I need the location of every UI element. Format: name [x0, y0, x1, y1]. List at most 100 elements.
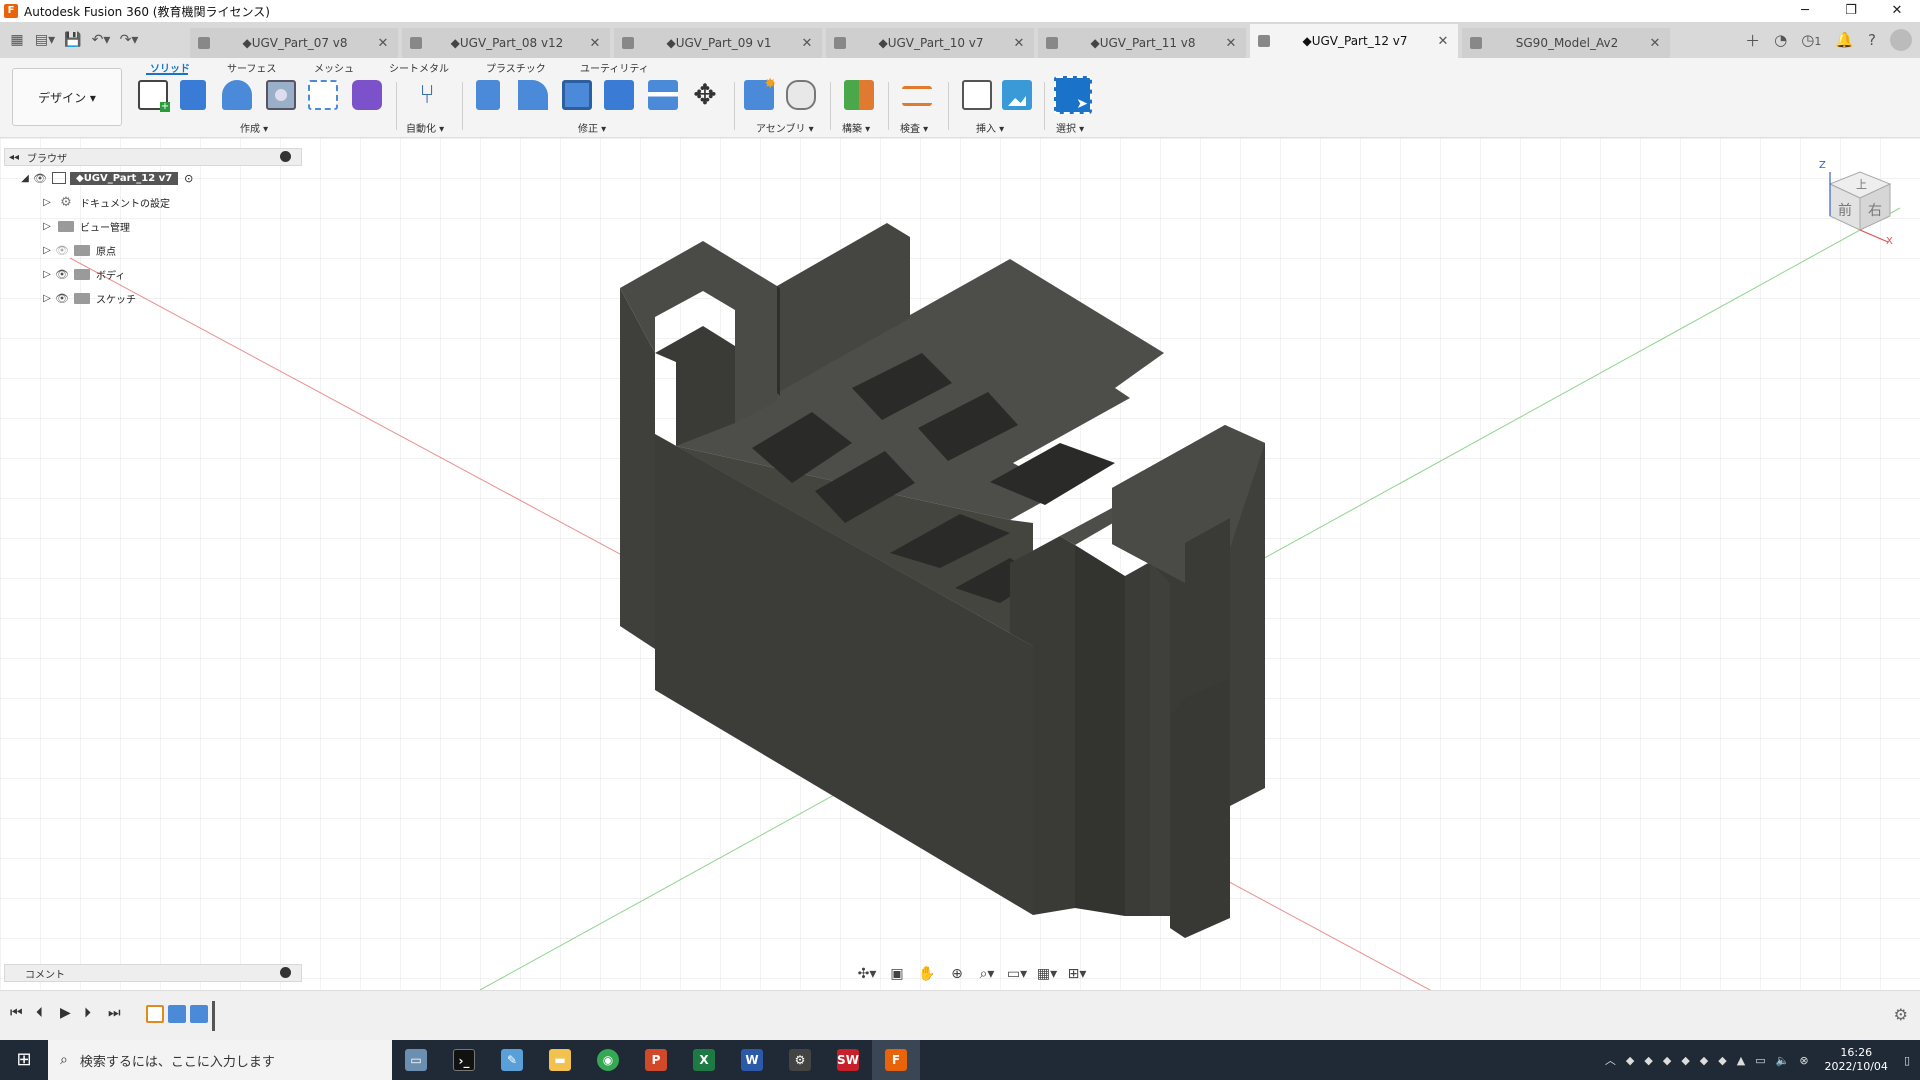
hole-icon[interactable] — [266, 80, 296, 110]
tray-overflow-icon[interactable]: ︿ — [1605, 1052, 1616, 1068]
undo-icon[interactable]: ↶▾ — [90, 32, 112, 48]
ugv-part-model[interactable] — [620, 223, 1265, 938]
notifications-bell-icon[interactable]: 🔔 — [1835, 31, 1854, 49]
taskbar-app-file-explorer[interactable]: ▬ — [536, 1040, 584, 1080]
group-construct[interactable]: 構築 ▾ — [842, 120, 870, 135]
activate-radio-icon[interactable]: ⊙ — [184, 172, 193, 185]
fit-icon[interactable]: ⌕▾ — [976, 966, 998, 982]
close-window-button[interactable]: ✕ — [1874, 0, 1920, 22]
timeline-extrude-feature-icon[interactable] — [190, 1005, 208, 1023]
extensions-icon[interactable]: ◔ — [1774, 31, 1787, 49]
save-icon[interactable]: 💾 — [62, 32, 84, 48]
taskbar-app-chrome[interactable]: ◉ — [584, 1040, 632, 1080]
doc-tab-sg90-model[interactable]: SG90_Model_Av2 ✕ — [1462, 28, 1670, 58]
group-create[interactable]: 作成 ▾ — [240, 120, 268, 135]
tray-app-icon[interactable]: ◆ — [1718, 1054, 1726, 1067]
offset-plane-icon[interactable] — [844, 80, 874, 110]
timeline-settings-gear-icon[interactable]: ⚙ — [1894, 1005, 1908, 1024]
close-tab-icon[interactable]: ✕ — [1436, 34, 1450, 49]
notification-center-icon[interactable]: ▯ — [1904, 1054, 1910, 1067]
new-tab-plus-icon[interactable]: ＋ — [1745, 30, 1760, 51]
doc-tab-ugv-part-08[interactable]: ◆UGV_Part_08 v12 ✕ — [402, 28, 610, 58]
taskbar-app-notes[interactable]: ✎ — [488, 1040, 536, 1080]
tray-app-icon[interactable]: ◆ — [1681, 1054, 1689, 1067]
insert-derive-icon[interactable] — [962, 80, 992, 110]
minimize-button[interactable]: ─ — [1782, 0, 1828, 22]
tree-item-bodies[interactable]: ▷ 👁 ボディ — [4, 262, 302, 286]
visibility-eye-icon[interactable]: 👁 — [32, 172, 48, 185]
tree-item-sketches[interactable]: ▷ 👁 スケッチ — [4, 286, 302, 310]
restore-button[interactable]: ❐ — [1828, 0, 1874, 22]
tray-network-icon[interactable]: ▭ — [1755, 1054, 1765, 1067]
pattern-icon[interactable] — [308, 80, 338, 110]
tray-app-icon[interactable]: ◆ — [1663, 1054, 1671, 1067]
tray-app-icon[interactable]: ◆ — [1626, 1054, 1634, 1067]
timeline-marker[interactable] — [212, 1001, 215, 1031]
tab-surface[interactable]: サーフェス — [227, 60, 276, 75]
help-icon[interactable]: ? — [1868, 31, 1876, 49]
expand-triangle-icon[interactable]: ▷ — [40, 221, 54, 232]
doc-tab-ugv-part-10[interactable]: ◆UGV_Part_10 v7 ✕ — [826, 28, 1034, 58]
group-select[interactable]: 選択 ▾ — [1056, 120, 1084, 135]
combine-icon[interactable] — [604, 80, 634, 110]
tray-volume-icon[interactable]: 🔈 — [1776, 1054, 1790, 1067]
group-modify[interactable]: 修正 ▾ — [578, 120, 606, 135]
timeline-end-icon[interactable]: ⏭ — [108, 1005, 121, 1021]
tab-plastic[interactable]: プラスチック — [486, 60, 546, 75]
tab-mesh[interactable]: メッシュ — [314, 60, 354, 75]
file-menu-icon[interactable]: ▤▾ — [34, 32, 56, 48]
tray-warning-icon[interactable]: ▲ — [1737, 1054, 1745, 1067]
tree-item-document-settings[interactable]: ▷ ⚙ ドキュメントの設定 — [4, 190, 302, 214]
close-tab-icon[interactable]: ✕ — [1012, 36, 1026, 51]
select-icon[interactable]: ➤ — [1054, 76, 1092, 114]
timeline-next-icon[interactable]: ⏵ — [84, 1005, 91, 1021]
taskbar-app-terminal[interactable]: ›_ — [440, 1040, 488, 1080]
new-component-icon[interactable]: ✸ — [744, 76, 776, 110]
taskbar-app-powerpoint[interactable]: P — [632, 1040, 680, 1080]
split-body-icon[interactable] — [648, 80, 678, 110]
timeline-prev-icon[interactable]: ⏴ — [36, 1005, 43, 1021]
orbit-icon[interactable]: ✣▾ — [856, 966, 878, 982]
visibility-eye-icon[interactable]: 👁 — [54, 268, 70, 281]
tree-item-origin[interactable]: ▷ 👁 原点 — [4, 238, 302, 262]
expand-triangle-icon[interactable]: ▷ — [40, 293, 54, 304]
hidden-eye-icon[interactable]: 👁 — [54, 244, 70, 257]
timeline-play-icon[interactable]: ▶ — [60, 1005, 71, 1021]
group-inspect[interactable]: 検査 ▾ — [900, 120, 928, 135]
timeline-start-icon[interactable]: ⏮ — [10, 1005, 23, 1021]
revolve-icon[interactable] — [222, 80, 252, 110]
doc-tab-ugv-part-12[interactable]: ◆UGV_Part_12 v7 ✕ — [1250, 24, 1458, 58]
expand-triangle-icon[interactable]: ▷ — [40, 197, 54, 208]
timeline-sketch-feature-icon[interactable] — [146, 1005, 164, 1023]
tree-item-named-views[interactable]: ▷ ビュー管理 — [4, 214, 302, 238]
fillet-icon[interactable] — [518, 80, 548, 110]
taskbar-app-other[interactable]: ⚙ — [776, 1040, 824, 1080]
redo-icon[interactable]: ↷▾ — [118, 32, 140, 48]
windows-start-icon[interactable]: ⊞ — [0, 1040, 48, 1080]
data-panel-grid-icon[interactable]: ▦ — [6, 32, 28, 48]
job-status-icon[interactable]: ◷1 — [1801, 31, 1821, 49]
zoom-icon[interactable]: ⊕ — [946, 966, 968, 982]
taskbar-search-box[interactable]: ⌕ 検索するには、ここに入力します — [48, 1040, 392, 1080]
expand-triangle-icon[interactable]: ▷ — [40, 245, 54, 256]
browser-pin-icon[interactable] — [280, 151, 291, 162]
create-sketch-icon[interactable]: + — [138, 80, 170, 112]
tray-app-icon[interactable]: ◆ — [1700, 1054, 1708, 1067]
move-copy-icon[interactable]: ✥ — [690, 80, 720, 110]
doc-tab-ugv-part-09[interactable]: ◆UGV_Part_09 v1 ✕ — [614, 28, 822, 58]
look-at-icon[interactable]: ▣ — [886, 966, 908, 982]
comments-panel[interactable]: コメント — [4, 964, 302, 982]
press-pull-icon[interactable] — [476, 80, 500, 110]
close-tab-icon[interactable]: ✕ — [376, 36, 390, 51]
expand-triangle-icon[interactable]: ◢ — [18, 173, 32, 184]
group-automate[interactable]: 自動化 ▾ — [406, 120, 444, 135]
display-settings-icon[interactable]: ▭▾ — [1006, 966, 1028, 982]
workspace-switcher[interactable]: デザイン ▾ — [12, 68, 122, 126]
tree-root[interactable]: ◢ 👁 ◆UGV_Part_12 v7 ⊙ — [4, 166, 302, 190]
add-comment-icon[interactable] — [280, 967, 291, 978]
close-tab-icon[interactable]: ✕ — [1648, 36, 1662, 51]
tab-utility[interactable]: ユーティリティ — [580, 60, 649, 75]
taskbar-app-fusion[interactable]: F — [872, 1040, 920, 1080]
group-insert[interactable]: 挿入 ▾ — [976, 120, 1004, 135]
form-icon[interactable] — [352, 80, 382, 110]
